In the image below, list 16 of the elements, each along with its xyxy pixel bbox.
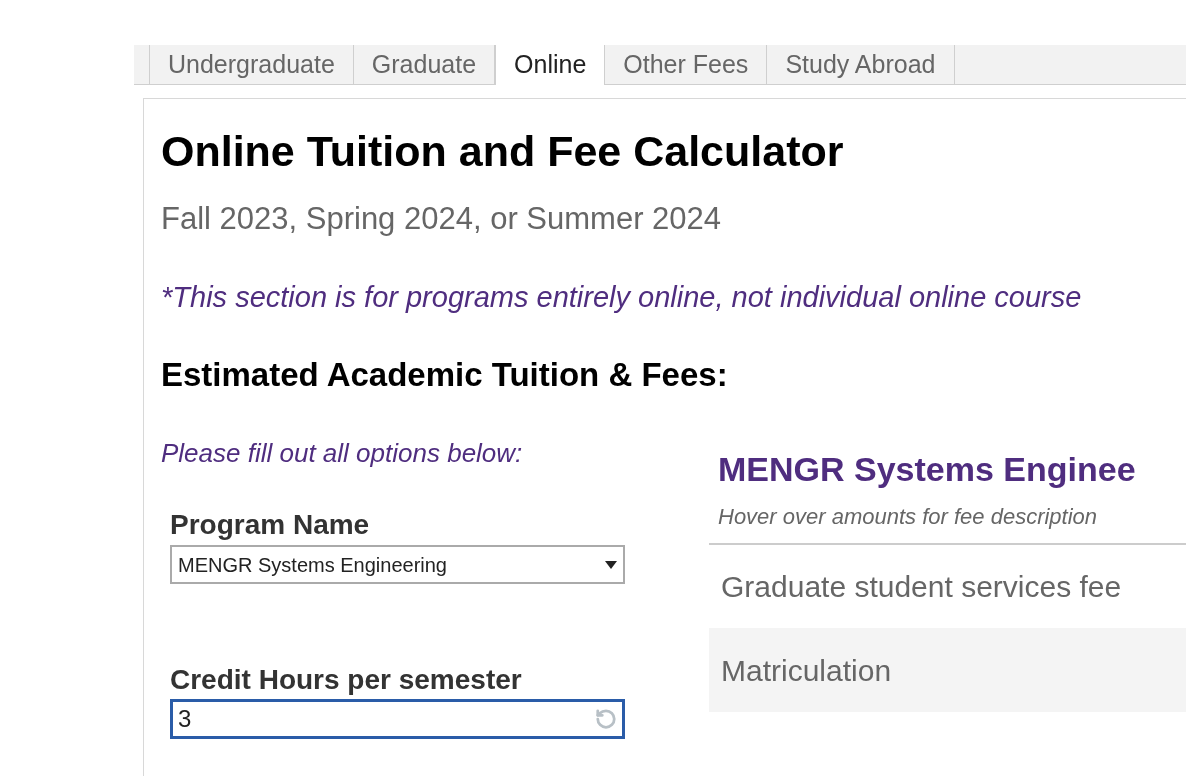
term-subtitle: Fall 2023, Spring 2024, or Summer 2024 [161, 201, 722, 237]
reset-icon[interactable] [595, 708, 617, 730]
field-label: Credit Hours per semester [170, 664, 522, 696]
program-heading: MENGR Systems Enginee [718, 449, 1136, 489]
field-label: Program Name [170, 509, 370, 541]
dropdown-caret-icon [605, 560, 617, 569]
fee-label: Matriculation [721, 652, 892, 689]
section-heading: Estimated Academic Tuition & Fees: [161, 357, 728, 393]
hover-hint: Hover over amounts for fee description [718, 503, 1098, 531]
online-note: *This section is for programs entirely online, not individual online course [161, 280, 1082, 315]
tab[interactable]: Online [495, 45, 606, 85]
fee-label: Graduate student services fee [721, 569, 1122, 605]
program-select[interactable]: MENGR Systems Engineering [170, 545, 625, 584]
form-instruction: Please fill out all options below: [161, 437, 523, 469]
credit-hours-input[interactable]: 3 [170, 699, 625, 739]
page-title: Online Tuition and Fee Calculator [161, 126, 844, 177]
